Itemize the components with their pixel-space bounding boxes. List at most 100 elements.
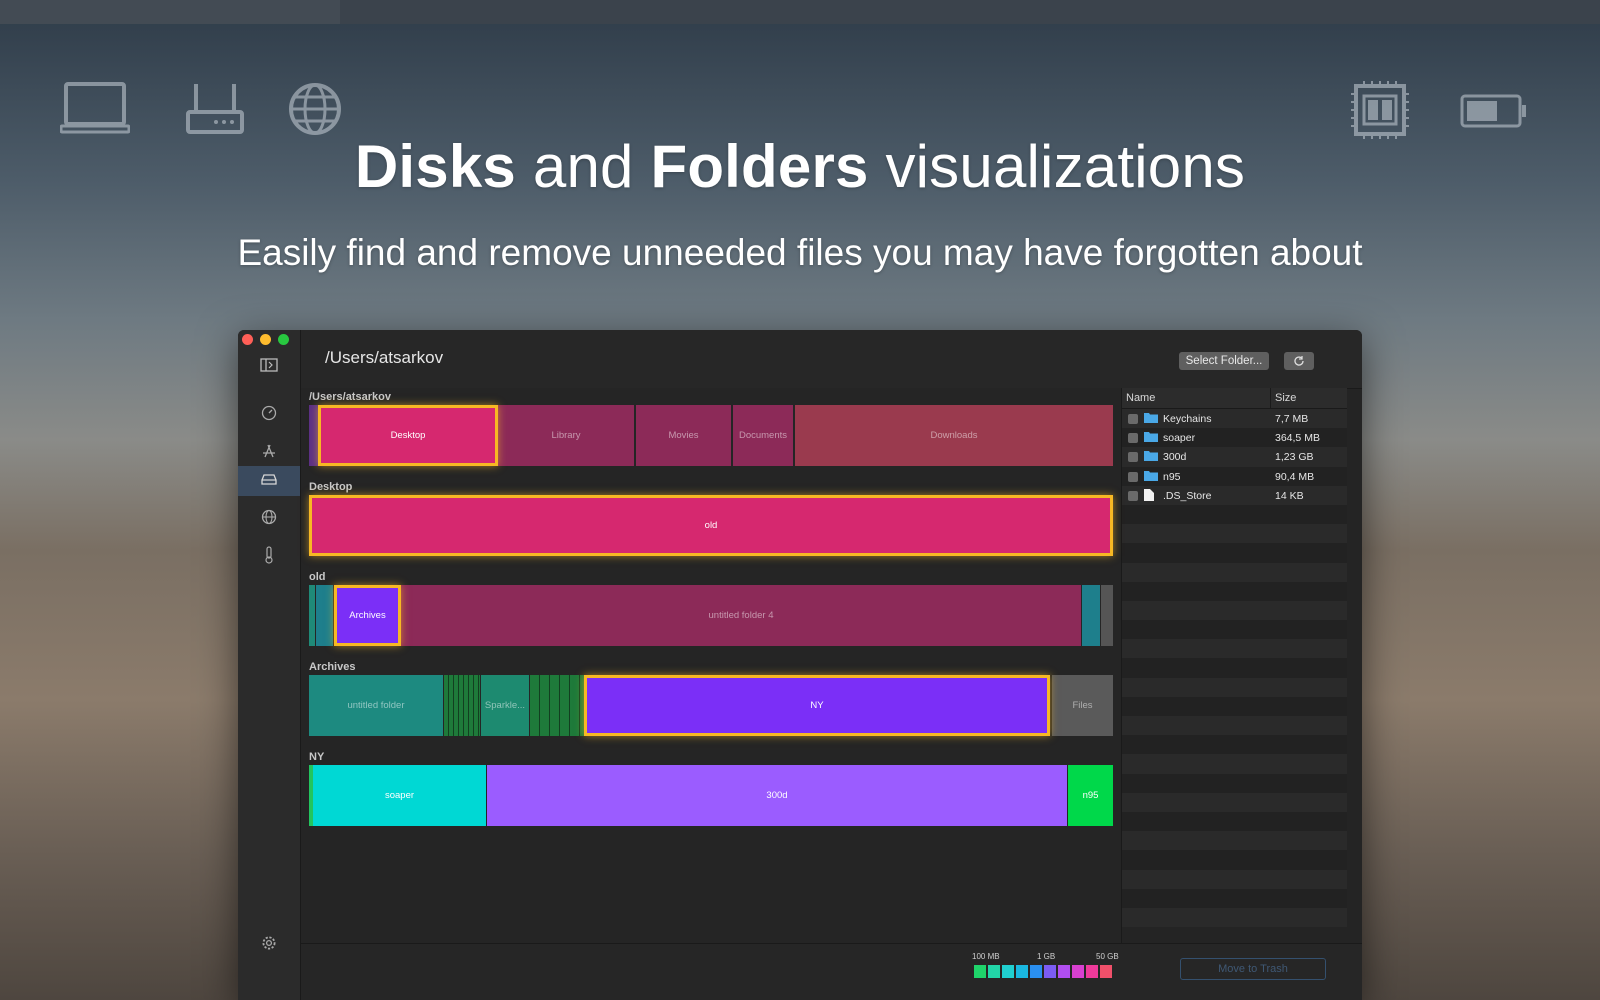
folder-segment[interactable] [1101,585,1113,646]
folder-segment-sparkle[interactable]: Sparkle... [481,675,529,736]
folder-segment-300d[interactable]: 300d [487,765,1067,826]
current-path: /Users/atsarkov [325,348,444,367]
folder-segment-movies[interactable]: Movies [636,405,731,466]
legend-swatch [1016,965,1028,978]
row-checkbox[interactable] [1128,433,1138,444]
hero-subtitle: Easily find and remove unneeded files yo… [237,232,1363,273]
move-to-trash-button[interactable]: Move to Trash [1180,958,1326,980]
legend-label-1gb: 1 GB [1037,952,1056,961]
level-label: /Users/atsarkov [309,391,391,403]
level-label: NY [309,751,325,763]
close-window-button[interactable] [242,334,253,345]
legend-swatch [988,965,1000,978]
list-item[interactable]: .DS_Store 14 KB [1122,485,1347,505]
column-header-size[interactable]: Size [1275,392,1296,404]
folder-segment[interactable] [444,675,480,736]
legend-swatch [974,965,986,978]
file-list-header: Name Size [1122,388,1347,409]
refresh-icon [1293,356,1305,370]
folder-segment-desktop[interactable]: Desktop [318,405,498,466]
folder-segment-downloads[interactable]: Downloads [795,405,1113,466]
folder-segment-ny[interactable]: NY [584,675,1050,736]
laptop-icon [60,80,130,136]
main-pane: /Users/atsarkov Select Folder... /Users/… [301,330,1362,1000]
empty-row [1122,735,1347,755]
level-strip: soaper 300d n95 [309,765,1113,826]
folder-segment-documents[interactable]: Documents [733,405,793,466]
list-item[interactable]: n95 90,4 MB [1122,466,1347,486]
folder-segment-n95[interactable]: n95 [1068,765,1113,826]
folder-segment[interactable] [1082,585,1100,646]
column-header-name[interactable]: Name [1126,392,1155,404]
level-strip: Archives untitled folder 4 [309,585,1113,646]
legend-swatch [1100,965,1112,978]
empty-row [1122,716,1347,736]
folder-segment[interactable] [309,585,315,646]
empty-row [1122,754,1347,774]
row-checkbox[interactable] [1128,490,1138,501]
empty-row [1122,811,1347,832]
empty-row [1122,543,1347,563]
globe-icon [261,509,277,530]
sidebar-toggle-icon[interactable] [238,350,300,380]
sidebar-item-settings[interactable] [238,930,300,960]
legend-label-50gb: 50 GB [1096,952,1119,961]
legend-swatch [1072,965,1084,978]
file-list: Name Size Keychains 7,7 MB soaper 364,5 … [1121,388,1347,943]
folder-icon [1144,470,1158,484]
cpu-icon [1350,80,1410,140]
folder-segment[interactable] [309,405,318,466]
empty-row [1122,658,1347,678]
thermometer-icon [264,545,274,569]
list-item[interactable]: soaper 364,5 MB [1122,428,1347,448]
hero-title: Disks and Folders visualizations [354,133,1246,200]
folder-segment-old[interactable]: old [309,495,1113,556]
battery-icon [1460,94,1528,128]
level-strip: old [309,495,1113,556]
row-checkbox[interactable] [1128,471,1138,482]
row-checkbox[interactable] [1128,414,1138,424]
empty-row [1122,504,1347,525]
folder-segment-archives[interactable]: Archives [334,585,401,646]
folder-icon [1144,431,1158,445]
empty-row [1122,524,1347,544]
sidebar-item-dashboard[interactable] [238,400,300,430]
refresh-button[interactable] [1284,352,1314,370]
file-rows: Keychains 7,7 MB soaper 364,5 MB 300d 1,… [1122,409,1347,928]
footer-bar: 100 MB 1 GB 50 GB Move to Trash [301,943,1362,1000]
list-item[interactable]: Keychains 7,7 MB [1122,409,1347,429]
sidebar [238,330,301,1000]
folder-icon [1144,412,1158,426]
folder-segment-untitled-folder-4[interactable]: untitled folder 4 [401,585,1081,646]
sidebar-item-disks[interactable] [238,466,300,496]
disk-icon [261,472,277,490]
menu-bar [0,0,1600,24]
folder-segment-library[interactable]: Library [498,405,634,466]
folder-segment-files[interactable]: Files [1052,675,1113,736]
zoom-window-button[interactable] [278,334,289,345]
empty-row [1122,620,1347,640]
minimize-window-button[interactable] [260,334,271,345]
legend-swatch [1058,965,1070,978]
list-item[interactable]: 300d 1,23 GB [1122,447,1347,467]
app-window: /Users/atsarkov Select Folder... /Users/… [238,330,1362,1000]
legend-label-100mb: 100 MB [972,952,1000,961]
folder-segment-soaper[interactable]: soaper [313,765,486,826]
globe-icon [288,82,342,136]
gear-icon [261,935,277,956]
sidebar-item-apps[interactable] [238,438,300,468]
folder-segment[interactable] [530,675,584,736]
sidebar-item-sensors[interactable] [238,542,300,572]
select-folder-button[interactable]: Select Folder... [1179,352,1269,370]
speedometer-icon [261,405,277,426]
empty-row [1122,850,1347,870]
empty-row [1122,907,1347,928]
empty-row [1122,773,1347,793]
folder-segment[interactable] [316,585,333,646]
folder-segment-untitled-folder[interactable]: untitled folder [309,675,443,736]
sidebar-item-network[interactable] [238,504,300,534]
legend-swatch [1044,965,1056,978]
empty-row [1122,639,1347,659]
empty-row [1122,562,1347,582]
row-checkbox[interactable] [1128,452,1138,463]
